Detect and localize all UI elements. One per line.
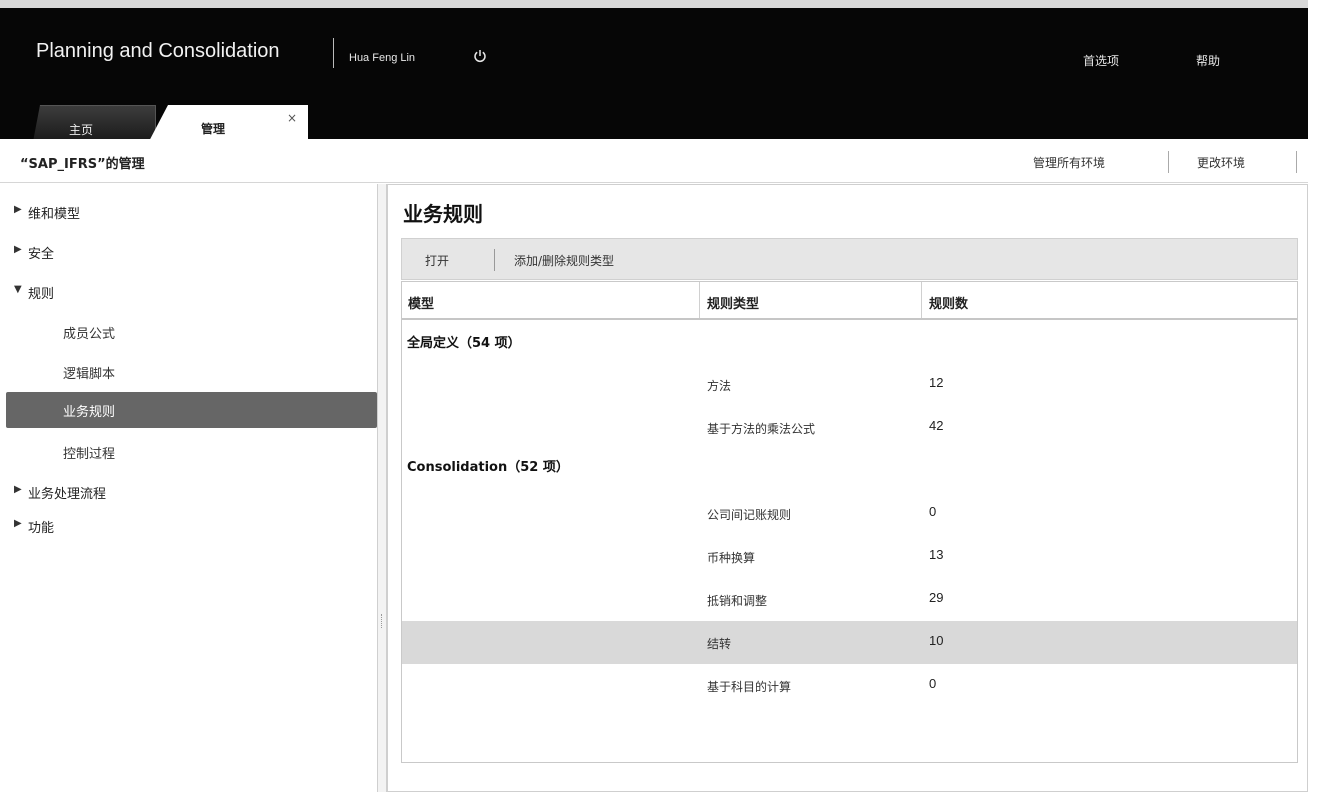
logout-icon[interactable] <box>473 49 487 63</box>
nav-item-controls[interactable]: 控制过程 <box>0 440 377 464</box>
tab-home-label: 主页 <box>69 123 94 137</box>
rule-type-cell: 抵销和调整 <box>707 594 768 608</box>
column-header-rule-count[interactable]: 规则数 <box>929 293 968 312</box>
nav-item-label: 控制过程 <box>63 447 116 462</box>
app-header: Planning and Consolidation Hua Feng Lin … <box>0 0 1308 147</box>
rule-count-cell: 13 <box>929 547 944 562</box>
rule-type-cell: 币种换算 <box>707 551 756 565</box>
rule-count-cell: 29 <box>929 590 944 605</box>
app-window: Planning and Consolidation Hua Feng Lin … <box>0 0 1308 792</box>
sidebar-nav: ▶ 维和模型 ▶ 安全 ▼ 规则 成员公式 逻辑脚本 业务规则 控制过程 ▶ 业… <box>0 184 377 792</box>
table-row[interactable]: 公司间记账规则 0 <box>402 492 1297 535</box>
rule-count-cell: 10 <box>929 633 944 648</box>
link-divider <box>1168 151 1169 173</box>
nav-item-label: 功能 <box>28 521 55 536</box>
collapse-arrow-icon: ▼ <box>14 284 22 295</box>
manage-all-environments-link[interactable]: 管理所有环境 <box>1033 154 1105 171</box>
app-title: Planning and Consolidation <box>36 40 280 62</box>
title-divider <box>333 38 334 68</box>
expand-arrow-icon: ▶ <box>14 244 22 255</box>
preferences-link[interactable]: 首选项 <box>1083 52 1119 69</box>
nav-item-dimensions-models[interactable]: ▶ 维和模型 <box>0 200 377 224</box>
table-row[interactable]: 方法 12 <box>402 363 1297 406</box>
page-title: “SAP_IFRS”的管理 <box>20 157 145 172</box>
nav-item-security[interactable]: ▶ 安全 <box>0 240 377 264</box>
main-content: 业务规则 打开 添加/删除规则类型 模型 规则类型 规则数 全局定义（54 项）… <box>387 184 1308 792</box>
change-environment-link[interactable]: 更改环境 <box>1197 154 1245 171</box>
rule-count-cell: 42 <box>929 418 944 433</box>
nav-item-label: 规则 <box>28 287 55 302</box>
group-label: 全局定义（54 项） <box>407 336 521 351</box>
add-remove-rule-types-button[interactable]: 添加/删除规则类型 <box>514 252 614 269</box>
open-button[interactable]: 打开 <box>425 252 449 269</box>
group-row[interactable]: 全局定义（54 项） <box>402 320 1297 363</box>
content-title: 业务规则 <box>403 202 483 226</box>
rule-count-cell: 0 <box>929 676 937 691</box>
rule-type-cell: 方法 <box>707 379 732 393</box>
table-row[interactable]: 基于方法的乘法公式 42 <box>402 406 1297 449</box>
splitter-grip-icon[interactable] <box>381 614 384 628</box>
nav-item-business-process-flows[interactable]: ▶ 业务处理流程 <box>0 480 377 504</box>
nav-item-logic-scripts[interactable]: 逻辑脚本 <box>0 360 377 384</box>
table-row[interactable]: 币种换算 13 <box>402 535 1297 578</box>
table-row[interactable]: 抵销和调整 29 <box>402 578 1297 621</box>
nav-item-member-formulas[interactable]: 成员公式 <box>0 320 377 344</box>
table-row[interactable]: 基于科目的计算 0 <box>402 664 1297 707</box>
nav-item-label: 安全 <box>28 247 55 262</box>
toolbar: 打开 添加/删除规则类型 <box>401 238 1298 280</box>
link-divider <box>1296 151 1297 173</box>
nav-item-label: 成员公式 <box>63 327 116 342</box>
expand-arrow-icon: ▶ <box>14 204 22 215</box>
column-header-model[interactable]: 模型 <box>408 293 434 312</box>
tab-admin-label: 管理 <box>201 122 226 136</box>
nav-item-business-rules[interactable]: 业务规则 <box>6 392 377 428</box>
toolbar-divider <box>494 249 495 271</box>
rule-count-cell: 0 <box>929 504 937 519</box>
close-tab-icon[interactable]: × <box>287 111 297 125</box>
help-link[interactable]: 帮助 <box>1196 52 1220 69</box>
pane-splitter[interactable] <box>377 184 387 792</box>
rule-type-cell: 公司间记账规则 <box>707 508 792 522</box>
table-row-highlighted[interactable]: 结转 10 <box>402 621 1297 664</box>
column-divider[interactable] <box>921 282 922 318</box>
nav-item-features[interactable]: ▶ 功能 <box>0 514 377 538</box>
rule-type-cell: 基于方法的乘法公式 <box>707 422 816 436</box>
expand-arrow-icon: ▶ <box>14 518 22 529</box>
rule-type-cell: 结转 <box>707 637 732 651</box>
rule-count-cell: 12 <box>929 375 944 390</box>
column-header-rule-type[interactable]: 规则类型 <box>707 293 759 312</box>
column-divider[interactable] <box>699 282 700 318</box>
group-row[interactable]: Consolidation（52 项） <box>402 444 1297 487</box>
rules-table: 模型 规则类型 规则数 全局定义（54 项） 方法 12 基于方法的乘法公式 4… <box>401 281 1298 763</box>
group-label: Consolidation（52 项） <box>407 460 569 475</box>
nav-item-rules[interactable]: ▼ 规则 <box>0 280 377 304</box>
nav-item-label: 业务规则 <box>63 405 116 420</box>
expand-arrow-icon: ▶ <box>14 484 22 495</box>
nav-item-label: 业务处理流程 <box>28 487 107 502</box>
page-title-bar: “SAP_IFRS”的管理 管理所有环境 更改环境 <box>0 139 1308 183</box>
nav-item-label: 维和模型 <box>28 207 81 222</box>
user-name[interactable]: Hua Feng Lin <box>349 52 415 64</box>
rule-type-cell: 基于科目的计算 <box>707 680 792 694</box>
table-header: 模型 规则类型 规则数 <box>402 282 1297 320</box>
nav-item-label: 逻辑脚本 <box>63 367 116 382</box>
